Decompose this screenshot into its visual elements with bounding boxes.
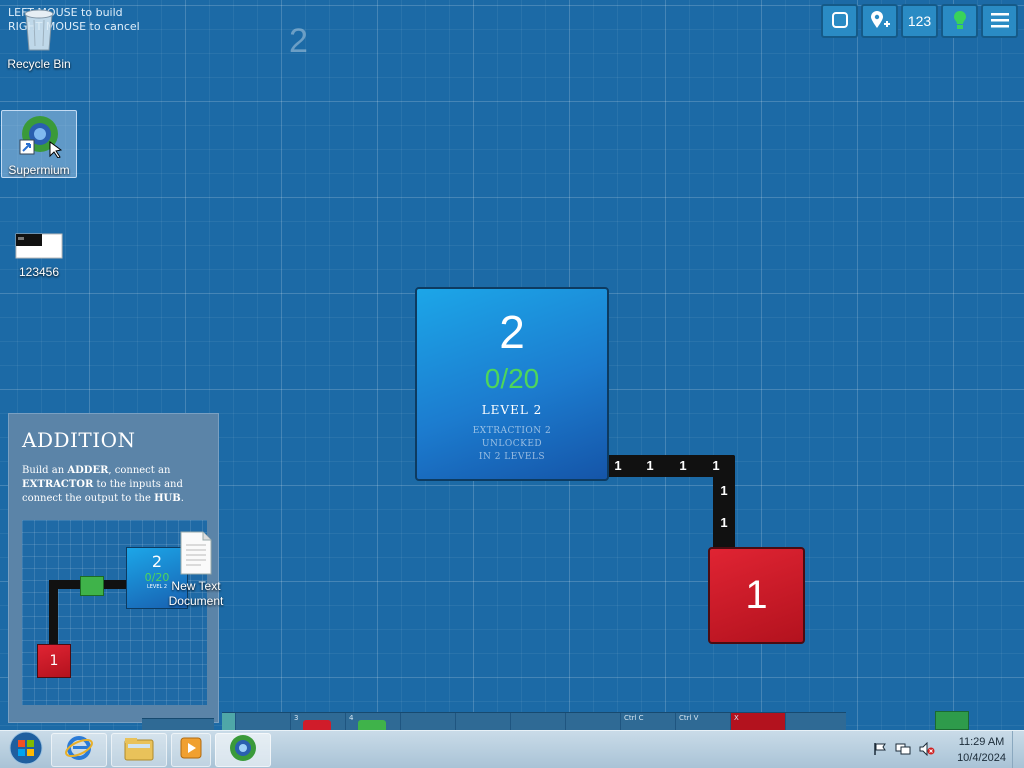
tool-slot-key: 4 (349, 714, 354, 722)
tool-slot-key: 3 (294, 714, 299, 722)
tool-strip-left[interactable] (142, 718, 214, 730)
taskbar-supermium[interactable] (215, 732, 271, 767)
desc-text: , connect an (108, 465, 171, 476)
desc-extractor: EXTRACTOR (22, 479, 94, 490)
belt-item: 1 (712, 458, 720, 473)
taskbar-clock[interactable]: 11:29 AM 10/4/2024 (957, 734, 1006, 766)
bulb-icon (953, 9, 967, 34)
hint-button[interactable] (941, 4, 978, 38)
tool-slot[interactable] (236, 713, 291, 731)
clock-time: 11:29 AM (958, 736, 1005, 748)
file-label-2: Document (168, 594, 224, 608)
tool-slot-extractor[interactable]: 3 (291, 713, 346, 731)
preview-adder (80, 576, 104, 596)
select-mode-button[interactable] (821, 4, 858, 38)
taskbar-media-player[interactable] (171, 732, 211, 767)
recycle-bin-icon (1, 6, 77, 55)
hub-number: 2 (499, 306, 525, 358)
action-center-flag-icon[interactable] (873, 741, 887, 760)
file-label-1: New Text (171, 579, 221, 593)
preview-belt-vertical (49, 580, 58, 646)
internet-explorer-icon (65, 734, 93, 766)
belt-item: 1 (720, 483, 728, 498)
media-player-icon (179, 736, 203, 764)
building-toolstrip: 3 4 Ctrl C Ctrl V X (222, 712, 846, 731)
image-file-icon (1, 232, 77, 263)
tutorial-description: Build an ADDER, connect an EXTRACTOR to … (22, 464, 208, 506)
desktop-icon-recycle-bin[interactable]: Recycle Bin (1, 6, 77, 71)
desc-hub: HUB (154, 493, 181, 504)
taskbar-internet-explorer[interactable] (51, 732, 107, 767)
tool-slot[interactable] (222, 713, 236, 731)
unlock-line-1: EXTRACTION 2 (472, 426, 552, 436)
paste-tool[interactable]: Ctrl V (676, 713, 731, 731)
unlock-line-3: IN 2 LEVELS (478, 452, 546, 462)
preview-extractor: 1 (37, 644, 71, 678)
square-icon (831, 11, 849, 32)
tool-slot[interactable] (566, 713, 621, 731)
unlock-line-2: UNLOCKED (481, 439, 543, 449)
delete-tool[interactable]: X (731, 713, 786, 731)
supermium-browser-icon (2, 114, 76, 161)
taskbar-file-explorer[interactable] (111, 732, 167, 767)
level-watermark: 2 (289, 22, 308, 60)
network-icon[interactable] (895, 741, 911, 760)
show-desktop-button[interactable] (1012, 731, 1024, 768)
tool-slot[interactable] (511, 713, 566, 731)
menu-button[interactable] (981, 4, 1018, 38)
hub-progress: 0/20 (484, 363, 540, 394)
windows-taskbar: 11:29 AM 10/4/2024 (0, 730, 1024, 768)
hub-node[interactable]: 2 0/20 LEVEL 2 EXTRACTION 2 UNLOCKED IN … (415, 287, 609, 481)
hamburger-icon (990, 12, 1009, 31)
desktop-icon-123456[interactable]: 123456 (1, 232, 77, 279)
map-pin-plus-icon (869, 10, 891, 33)
windows-logo-icon (9, 731, 43, 768)
clock-date: 10/4/2024 (957, 752, 1006, 764)
hub-level: LEVEL 2 (481, 403, 543, 417)
counter-button[interactable]: 123 (901, 4, 938, 38)
desc-text: . (180, 493, 184, 504)
123456-label: 123456 (18, 265, 60, 279)
folder-icon (124, 735, 154, 765)
hub-unlock-info: EXTRACTION 2 UNLOCKED IN 2 LEVELS (417, 425, 607, 464)
desc-adder: ADDER (67, 465, 109, 476)
belt-item: 1 (646, 458, 654, 473)
tool-slot[interactable] (456, 713, 511, 731)
tutorial-title: ADDITION (22, 428, 136, 452)
belt-item: 1 (720, 515, 728, 530)
volume-muted-icon[interactable] (919, 741, 935, 760)
supermium-label: Supermium (8, 163, 70, 177)
desktop-icon-new-text-document[interactable]: New Text Document (163, 531, 229, 609)
start-button[interactable] (5, 731, 47, 768)
extractor-node[interactable]: 1 (708, 547, 805, 644)
add-marker-button[interactable] (861, 4, 898, 38)
tool-slot[interactable] (401, 713, 456, 731)
desc-text: Build an (22, 465, 68, 476)
tool-slot-adder[interactable]: 4 (346, 713, 401, 731)
counter-label: 123 (907, 13, 932, 29)
system-tray: 11:29 AM 10/4/2024 (873, 731, 1024, 768)
copy-tool[interactable]: Ctrl C (621, 713, 676, 731)
game-toolbar: 123 (821, 4, 1018, 38)
play-button[interactable] (935, 711, 969, 730)
text-file-icon (179, 531, 213, 579)
belt-item: 1 (614, 458, 622, 473)
recycle-bin-label: Recycle Bin (7, 57, 71, 71)
supermium-taskbar-icon (228, 733, 258, 767)
belt-item: 1 (679, 458, 687, 473)
desktop-icon-supermium[interactable]: Supermium (1, 110, 77, 178)
